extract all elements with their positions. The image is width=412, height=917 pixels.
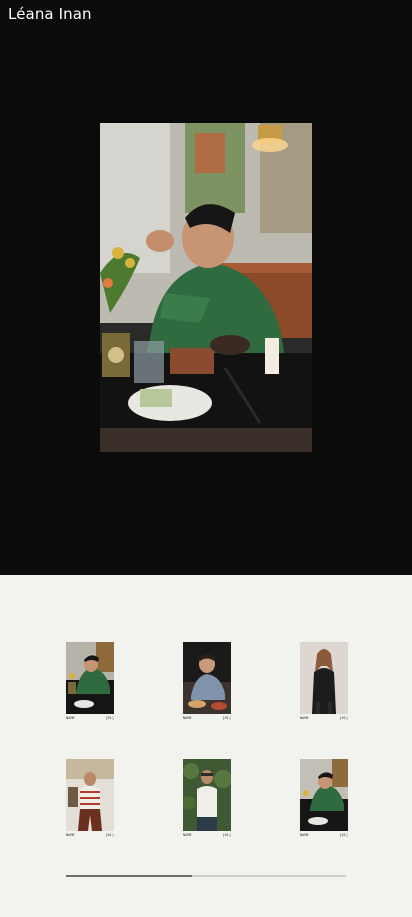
gallery-item-index: [01] [222, 716, 231, 720]
gallery-item[interactable]: NAME [01] [300, 759, 348, 837]
gallery-item[interactable]: NAME [01] [183, 642, 231, 720]
photo-woman-leather-coat-icon [300, 642, 348, 714]
gallery-item-name: NAME [66, 833, 75, 837]
gallery-item-index: [01] [222, 833, 231, 837]
photo-man-portrait-icon [183, 642, 231, 714]
gallery-item-index: [01] [339, 833, 348, 837]
gallery-item-name: NAME [66, 716, 75, 720]
photo-man-tank-top-icon [183, 759, 231, 831]
photo-man-eating-2-icon [300, 759, 348, 831]
hero-section: Léana Inan [0, 0, 412, 575]
gallery-item-index: [01] [105, 716, 114, 720]
gallery-item-index: [01] [339, 716, 348, 720]
gallery-item-index: [01] [105, 833, 114, 837]
gallery-item[interactable]: NAME [01] [300, 642, 348, 720]
photo-man-striped-shirt-icon [66, 759, 114, 831]
site-title[interactable]: Léana Inan [8, 5, 92, 23]
scroll-progress-fill [66, 875, 192, 877]
gallery-item-name: NAME [300, 716, 309, 720]
gallery-item[interactable]: NAME [01] [66, 759, 114, 837]
featured-photo[interactable] [100, 123, 312, 452]
photo-man-eating-icon [66, 642, 114, 714]
gallery-item[interactable]: NAME [01] [66, 642, 114, 720]
gallery-item-name: NAME [183, 833, 192, 837]
gallery-item-name: NAME [183, 716, 192, 720]
restaurant-photo-icon [100, 123, 312, 452]
gallery-section [0, 575, 412, 917]
gallery-item[interactable]: NAME [01] [183, 759, 231, 837]
scroll-progress-bar[interactable] [66, 875, 346, 877]
gallery-item-name: NAME [300, 833, 309, 837]
